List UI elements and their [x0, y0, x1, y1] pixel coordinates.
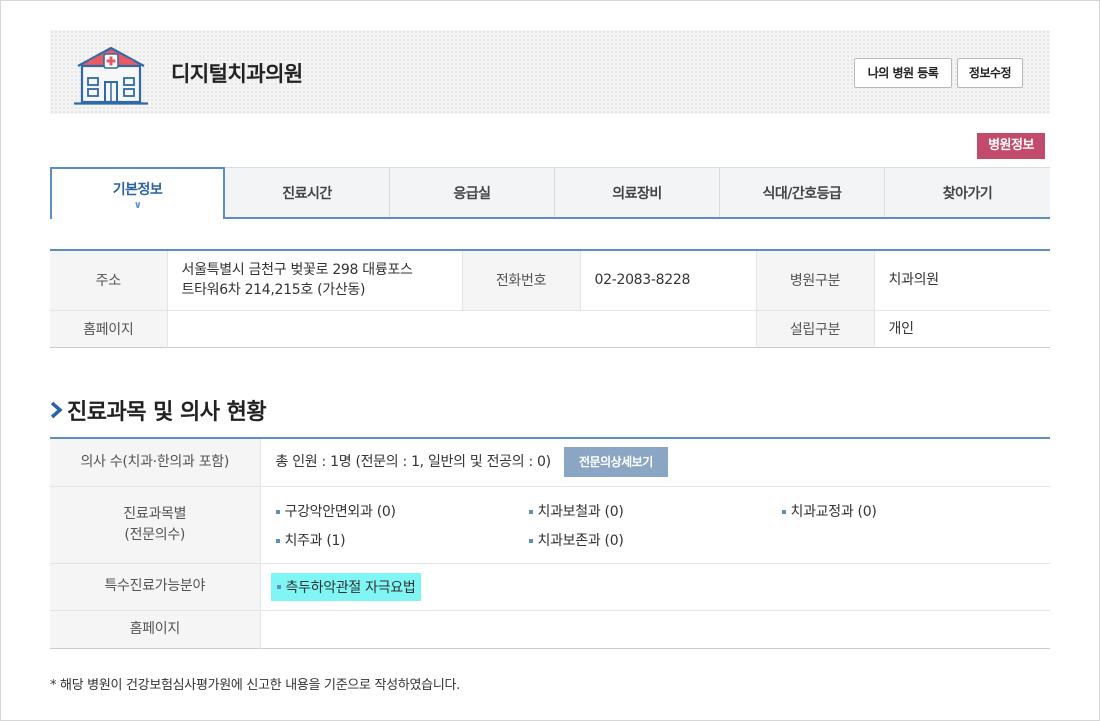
- chevron-right-icon: [50, 401, 63, 419]
- register-hospital-button[interactable]: 나의 병원 등록: [854, 58, 952, 88]
- table-row: 주소 서울특별시 금천구 벚꽃로 298 대륭포스 트타워6차 214,215호…: [50, 250, 1050, 311]
- edit-info-button[interactable]: 정보수정: [957, 58, 1023, 88]
- hospital-header: 디지털치과의원 나의 병원 등록 정보수정: [50, 30, 1050, 114]
- special-treatment-cell: 측두하악관절 자극요법: [260, 563, 1050, 611]
- hospital-type-label: 병원구분: [756, 250, 875, 311]
- bullet-icon: [275, 509, 280, 514]
- hospital-type-value: 치과의원: [874, 250, 1050, 311]
- tab-label: 기본정보: [112, 181, 163, 198]
- doctors-table: 의사 수(치과·한의과 포함) 총 인원 : 1명 (전문의 : 1, 일반의 …: [50, 437, 1050, 649]
- tab-basic-info[interactable]: 기본정보 ∨: [50, 167, 225, 219]
- list-item: 치과보철과 (0): [528, 502, 782, 522]
- bullet-icon: [275, 538, 280, 543]
- tab-directions[interactable]: 찾아가기: [885, 168, 1050, 217]
- info-tabs: 기본정보 ∨ 진료시간 응급실 의료장비 식대/간호등급 찾아가기: [50, 167, 1050, 219]
- table-row: 홈페이지: [50, 610, 1050, 648]
- address-line-2: 트타워6차 214,215호 (가산동): [181, 282, 366, 299]
- department-name: 치과보철과 (0): [537, 503, 624, 520]
- list-item: 치과보존과 (0): [528, 531, 782, 551]
- founding-type-label: 설립구분: [756, 310, 875, 347]
- address-label: 주소: [50, 250, 168, 311]
- list-item: 구강악안면외과 (0): [275, 502, 529, 522]
- table-row: 진료과목별 (전문의수) 구강악안면외과 (0) 치과보철과 (0) 치과교정과…: [50, 486, 1051, 564]
- table-row: 특수진료가능분야 측두하악관절 자극요법: [50, 563, 1050, 611]
- phone-label: 전화번호: [462, 250, 581, 311]
- department-list: 구강악안면외과 (0) 치과보철과 (0) 치과교정과 (0) 치주과 (1) …: [275, 493, 1051, 557]
- department-label-line-1: 진료과목별: [123, 505, 187, 522]
- department-name: 구강악안면외과 (0): [284, 503, 396, 520]
- department-name: 치주과 (1): [284, 532, 346, 549]
- table-row: 홈페이지 설립구분 개인: [50, 310, 1050, 347]
- department-list-cell: 구강악안면외과 (0) 치과보철과 (0) 치과교정과 (0) 치주과 (1) …: [260, 486, 1051, 564]
- tab-emergency[interactable]: 응급실: [390, 168, 555, 217]
- department-label-line-2: (전문의수): [124, 526, 186, 543]
- list-item: 치주과 (1): [275, 531, 529, 551]
- hospital-building-icon: [74, 46, 148, 105]
- doctors-homepage-value[interactable]: [260, 610, 1050, 648]
- doctor-count-cell: 총 인원 : 1명 (전문의 : 1, 일반의 및 전공의 : 0) 전문의상세…: [260, 438, 1050, 487]
- tab-equipment[interactable]: 의료장비: [555, 168, 720, 217]
- doctor-count-label: 의사 수(치과·한의과 포함): [50, 438, 261, 487]
- basic-info-table: 주소 서울특별시 금천구 벚꽃로 298 대륭포스 트타워6차 214,215호…: [50, 249, 1050, 348]
- special-treatment-text: 측두하악관절 자극요법: [285, 579, 416, 596]
- bullet-icon: [276, 584, 281, 589]
- doctor-count-text: 총 인원 : 1명 (전문의 : 1, 일반의 및 전공의 : 0): [275, 454, 552, 471]
- homepage-value[interactable]: [167, 310, 757, 347]
- tab-meal-nursing[interactable]: 식대/간호등급: [720, 168, 885, 217]
- homepage-label: 홈페이지: [50, 310, 168, 347]
- address-line-1: 서울특별시 금천구 벚꽃로 298 대륭포스: [181, 262, 413, 279]
- founding-type-value: 개인: [888, 320, 914, 337]
- hospital-info-badge: 병원정보: [977, 133, 1045, 159]
- section-title-text: 진료과목 및 의사 현황: [67, 400, 267, 425]
- bullet-icon: [781, 509, 786, 514]
- section-title: 진료과목 및 의사 현황: [50, 394, 267, 426]
- special-treatment-item: 측두하악관절 자극요법: [270, 572, 422, 601]
- specialist-detail-button[interactable]: 전문의상세보기: [563, 447, 668, 478]
- special-treatment-label: 특수진료가능분야: [50, 563, 261, 611]
- address-value: 서울특별시 금천구 벚꽃로 298 대륭포스 트타워6차 214,215호 (가…: [167, 250, 463, 311]
- doctors-homepage-label: 홈페이지: [50, 610, 261, 648]
- list-item: 치과교정과 (0): [781, 502, 1035, 522]
- department-name: 치과교정과 (0): [790, 503, 877, 520]
- phone-value: 02-2083-8228: [580, 250, 757, 311]
- footnote: * 해당 병원이 건강보험심사평가원에 신고한 내용을 기준으로 작성하였습니다…: [50, 678, 460, 693]
- hospital-name: 디지털치과의원: [171, 62, 303, 86]
- tab-hours[interactable]: 진료시간: [225, 168, 390, 217]
- department-name: 치과보존과 (0): [537, 532, 624, 549]
- department-label: 진료과목별 (전문의수): [50, 486, 261, 564]
- table-row: 의사 수(치과·한의과 포함) 총 인원 : 1명 (전문의 : 1, 일반의 …: [50, 438, 1050, 487]
- bullet-icon: [528, 509, 533, 514]
- chevron-down-icon: ∨: [133, 199, 142, 211]
- bullet-icon: [528, 538, 533, 543]
